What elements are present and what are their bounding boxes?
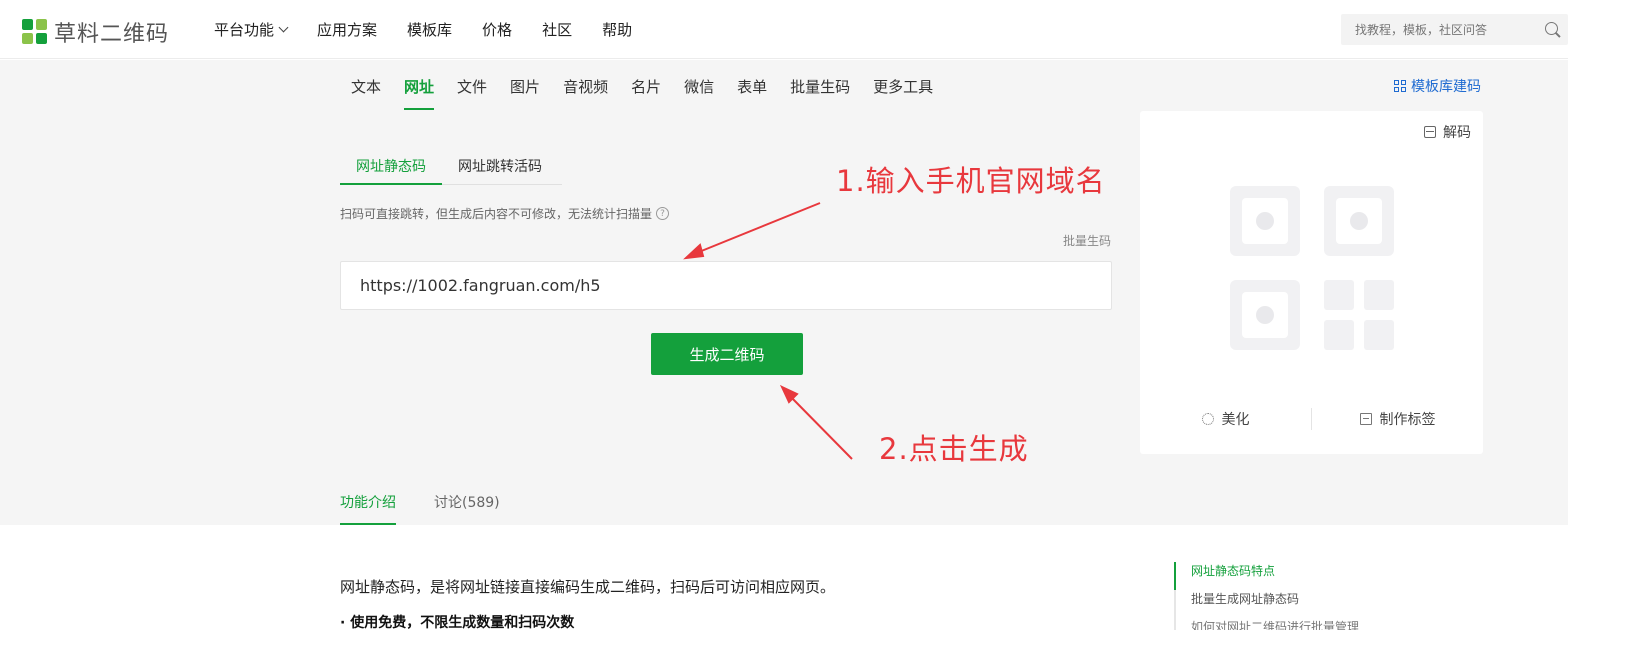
nav-solutions[interactable]: 应用方案 — [317, 19, 377, 40]
search-box — [1341, 14, 1568, 45]
make-label-button[interactable]: 制作标签 — [1312, 409, 1483, 429]
nav-pricing[interactable]: 价格 — [482, 19, 512, 40]
content-type-tabs: 文本 网址 文件 图片 音视频 名片 微信 表单 批量生码 更多工具 — [351, 76, 956, 110]
label-icon — [1359, 413, 1372, 425]
nav-templates[interactable]: 模板库 — [407, 19, 452, 40]
qr-placeholder-icon — [1230, 186, 1394, 350]
annotation-step1: 1.输入手机官网域名 — [836, 164, 1106, 198]
tab-feature-intro[interactable]: 功能介绍 — [340, 492, 396, 525]
url-input[interactable] — [341, 262, 1111, 309]
batch-generate-link[interactable]: 批量生码 — [1063, 232, 1111, 249]
tab-text[interactable]: 文本 — [351, 76, 381, 102]
table-of-contents: 网址静态码特点 批量生成网址静态码 如何对网址二维码进行批量管理 — [1174, 562, 1359, 630]
annotation-step2: 2.点击生成 — [879, 432, 1029, 466]
nav-community[interactable]: 社区 — [542, 19, 572, 40]
nav-label: 平台功能 — [214, 21, 275, 39]
decode-button[interactable]: 解码 — [1424, 122, 1471, 142]
feature-bullet: · 使用免费，不限生成数量和扫码次数 — [340, 615, 575, 631]
hint-text: 扫码可直接跳转，但生成后内容不可修改，无法统计扫描量 ? — [340, 205, 670, 222]
nav-platform-features[interactable]: 平台功能 — [214, 19, 289, 40]
decode-label: 解码 — [1443, 125, 1471, 141]
toc-item-static-features[interactable]: 网址静态码特点 — [1174, 562, 1359, 590]
sparkle-icon — [1201, 413, 1214, 425]
logo[interactable]: 草料二维码 — [22, 16, 169, 48]
info-tabs: 功能介绍 讨论(589) — [340, 492, 538, 525]
top-nav: 平台功能 应用方案 模板库 价格 社区 帮助 — [214, 0, 662, 59]
toc-item-batch-manage[interactable]: 如何对网址二维码进行批量管理 — [1176, 618, 1359, 630]
tab-dynamic-url-code[interactable]: 网址跳转活码 — [442, 144, 558, 185]
chevron-down-icon — [278, 22, 289, 33]
tab-batch[interactable]: 批量生码 — [790, 76, 850, 102]
beautify-button[interactable]: 美化 — [1140, 409, 1311, 429]
tab-image[interactable]: 图片 — [510, 76, 540, 102]
template-library-link[interactable]: 模板库建码 — [1394, 76, 1481, 96]
qr-actions: 美化 制作标签 — [1140, 408, 1483, 430]
tab-file[interactable]: 文件 — [457, 76, 487, 102]
tab-url[interactable]: 网址 — [404, 76, 435, 110]
beautify-label: 美化 — [1221, 412, 1250, 428]
url-field — [340, 261, 1112, 310]
help-icon[interactable]: ? — [656, 207, 670, 220]
intro-text: 网址静态码，是将网址链接直接编码生成二维码，扫码后可访问相应网页。 — [340, 578, 836, 596]
hint-label: 扫码可直接跳转，但生成后内容不可修改，无法统计扫描量 — [340, 207, 653, 221]
nav-help[interactable]: 帮助 — [602, 19, 632, 40]
generate-qr-button[interactable]: 生成二维码 — [651, 333, 803, 375]
make-label-label: 制作标签 — [1379, 412, 1436, 428]
top-header: 草料二维码 平台功能 应用方案 模板库 价格 社区 帮助 — [0, 0, 1568, 59]
qr-preview-panel: 解码 美化 制作标签 — [1140, 111, 1483, 454]
logo-icon — [22, 19, 48, 45]
search-icon[interactable] — [1545, 22, 1558, 35]
search-input[interactable] — [1355, 22, 1535, 37]
tab-form[interactable]: 表单 — [737, 76, 767, 102]
url-mode-tabs: 网址静态码 网址跳转活码 — [340, 144, 562, 185]
logo-text: 草料二维码 — [54, 22, 170, 47]
tab-static-url-code[interactable]: 网址静态码 — [340, 144, 442, 185]
toc-item-batch-generate[interactable]: 批量生成网址静态码 — [1176, 590, 1359, 618]
tab-business-card[interactable]: 名片 — [631, 76, 661, 102]
scan-icon — [1424, 126, 1436, 138]
tab-wechat[interactable]: 微信 — [684, 76, 714, 102]
tab-discussion[interactable]: 讨论(589) — [434, 492, 500, 525]
template-link-label: 模板库建码 — [1411, 79, 1481, 95]
tab-audio-video[interactable]: 音视频 — [563, 76, 608, 102]
grid-icon — [1394, 80, 1406, 92]
tab-more-tools[interactable]: 更多工具 — [873, 76, 933, 102]
